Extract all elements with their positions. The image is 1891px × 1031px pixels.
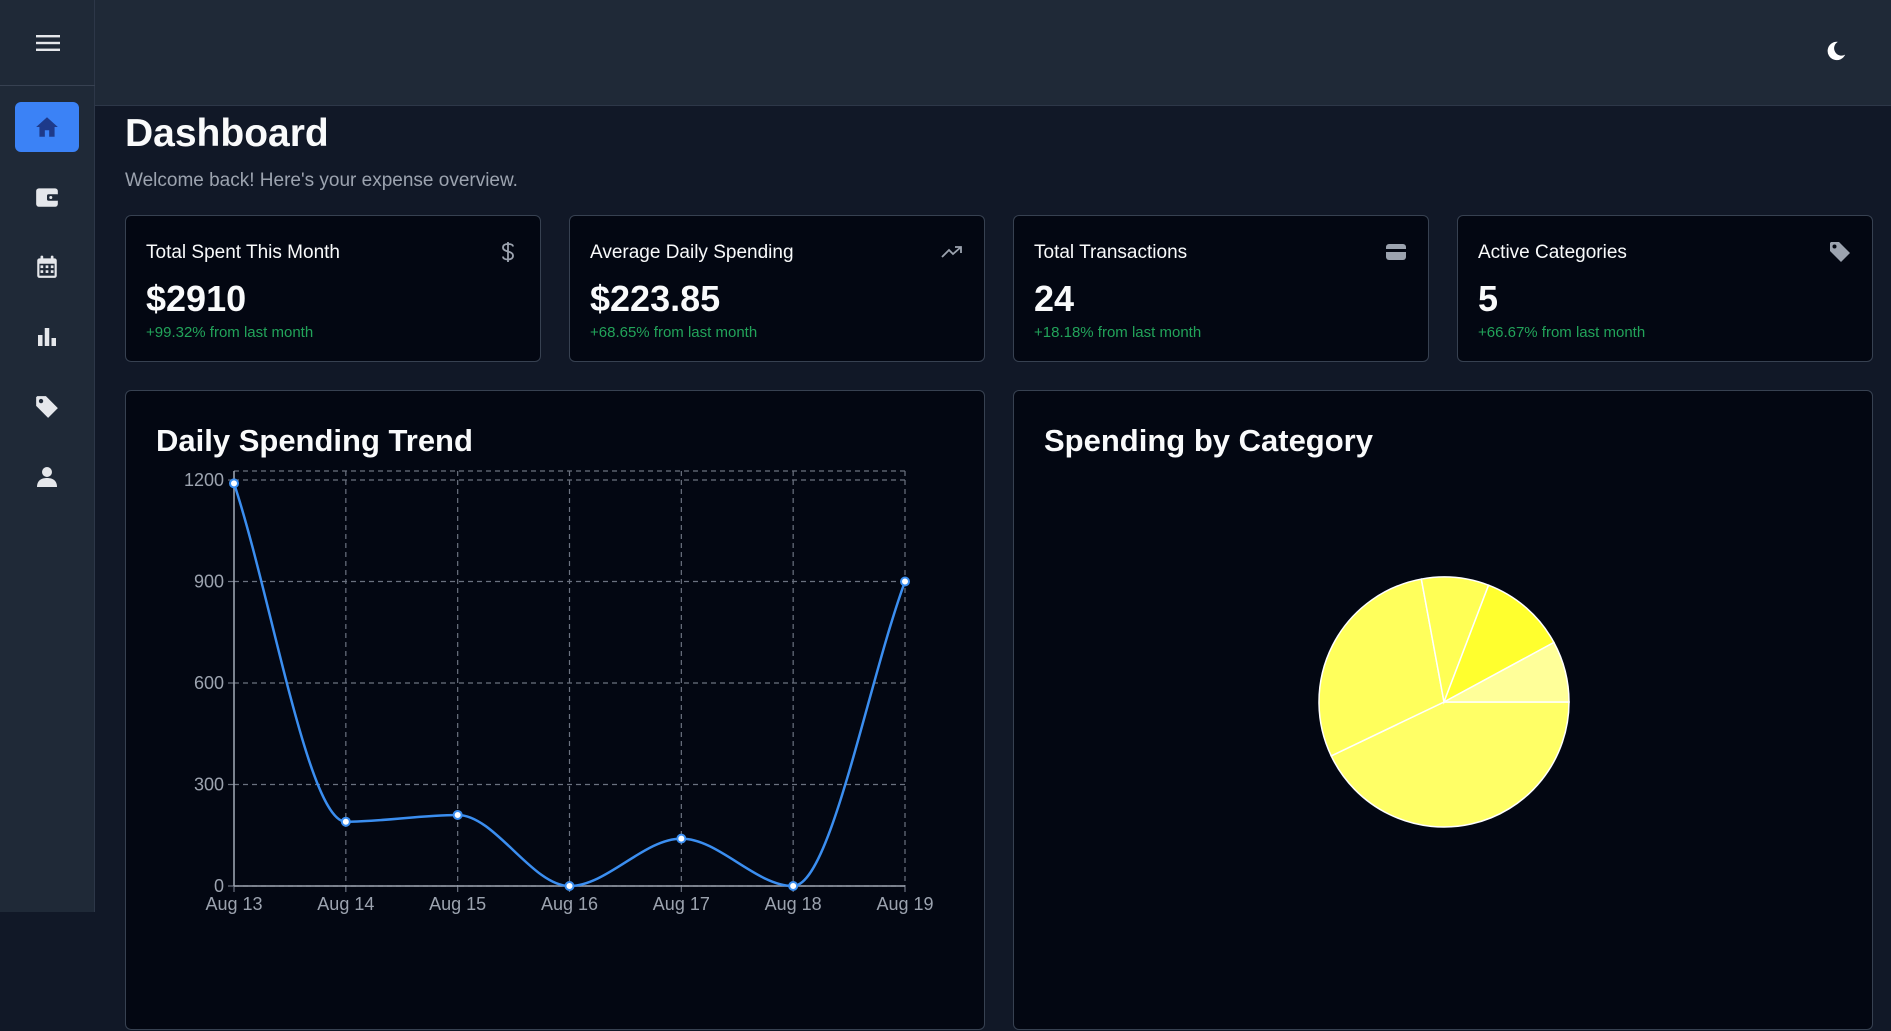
stat-value: $223.85 (590, 278, 720, 320)
y-tick-label: 600 (194, 673, 224, 693)
sidebar-item-categories[interactable] (15, 382, 79, 432)
stat-change: +68.65% from last month (590, 324, 757, 341)
data-point (566, 882, 574, 890)
category-pie-chart (1014, 391, 1874, 1031)
moon-icon (1825, 40, 1847, 62)
x-tick-label: Aug 17 (653, 894, 710, 914)
bar-chart-icon (35, 325, 59, 349)
sidebar-item-calendar[interactable] (15, 242, 79, 292)
stat-change: +18.18% from last month (1034, 324, 1201, 341)
sidebar-item-expenses[interactable] (15, 172, 79, 222)
sidebar-item-dashboard[interactable] (15, 102, 79, 152)
category-spending-panel: Spending by Category (1013, 390, 1873, 1030)
sidebar (0, 0, 95, 912)
user-icon (35, 465, 59, 489)
stat-card-average-daily: Average Daily Spending $223.85 +68.65% f… (569, 215, 985, 362)
hamburger-menu-icon[interactable] (0, 0, 95, 86)
stat-value: 24 (1034, 278, 1074, 320)
home-icon (34, 115, 60, 139)
data-point (677, 835, 685, 843)
daily-spending-line-chart: 0 300 600 900 1200 Aug 13 Aug 14 Aug 15 Aug 16 Au… (126, 391, 986, 1031)
sidebar-item-reports[interactable] (15, 312, 79, 362)
page-title: Dashboard (125, 112, 329, 156)
data-point (342, 818, 350, 826)
top-bar (95, 0, 1891, 106)
x-tick-label: Aug 19 (876, 894, 933, 914)
y-tick-label: 300 (194, 775, 224, 795)
theme-toggle-button[interactable] (1821, 36, 1851, 66)
stat-change: +66.67% from last month (1478, 324, 1645, 341)
credit-card-icon (1384, 240, 1408, 264)
calendar-icon (34, 254, 60, 280)
stat-card-active-categories: Active Categories 5 +66.67% from last mo… (1457, 215, 1873, 362)
trending-up-icon (940, 240, 964, 264)
page-subtitle: Welcome back! Here's your expense overvi… (125, 170, 518, 192)
stat-value: 5 (1478, 278, 1498, 320)
stat-title: Total Spent This Month (146, 242, 340, 264)
main-content: Dashboard Welcome back! Here's your expe… (95, 106, 1891, 912)
daily-spending-panel: Daily Spending Trend 03006009001200Aug 1… (125, 390, 985, 1030)
stat-card-total-transactions: Total Transactions 24 +18.18% from last … (1013, 215, 1429, 362)
stat-change: +99.32% from last month (146, 324, 313, 341)
x-tick-label: Aug 16 (541, 894, 598, 914)
x-tick-label: Aug 14 (317, 894, 374, 914)
stat-card-total-spent: Total Spent This Month $2910 +99.32% fro… (125, 215, 541, 362)
x-tick-label: Aug 18 (765, 894, 822, 914)
stat-value: $2910 (146, 278, 246, 320)
stat-title: Average Daily Spending (590, 242, 794, 264)
y-tick-label: 0 (214, 876, 224, 896)
y-tick-label: 900 (194, 572, 224, 592)
wallet-icon (34, 185, 60, 209)
data-point (901, 578, 909, 586)
x-tick-label: Aug 15 (429, 894, 486, 914)
x-tick-label: Aug 13 (205, 894, 262, 914)
stat-title: Total Transactions (1034, 242, 1187, 264)
data-point (230, 479, 238, 487)
sidebar-item-profile[interactable] (15, 452, 79, 502)
y-tick-label: 1200 (184, 470, 224, 490)
dollar-icon (496, 240, 520, 264)
data-point (454, 811, 462, 819)
tag-icon (33, 394, 61, 420)
tag-icon (1828, 240, 1852, 264)
data-point (789, 882, 797, 890)
stat-title: Active Categories (1478, 242, 1627, 264)
